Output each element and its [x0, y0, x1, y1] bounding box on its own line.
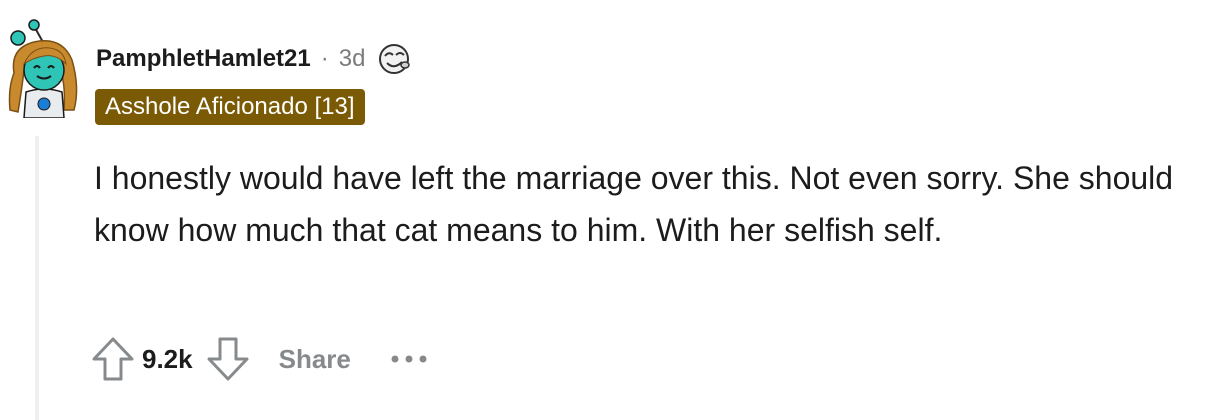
comment-body: I honestly would have left the marriage …: [94, 160, 1174, 248]
share-button[interactable]: Share: [279, 344, 351, 375]
username-link[interactable]: PamphletHamlet21: [96, 45, 311, 73]
thread-line[interactable]: [35, 136, 39, 420]
user-avatar[interactable]: [4, 18, 84, 118]
ellipsis-icon[interactable]: [389, 349, 429, 369]
comment-actions: 9.2k Share: [90, 334, 429, 384]
upvote-arrow-icon[interactable]: [90, 334, 136, 384]
comment-timestamp[interactable]: 3d: [339, 45, 366, 73]
downvote-arrow-icon[interactable]: [205, 334, 251, 384]
vote-score: 9.2k: [142, 343, 193, 374]
separator-dot: ·: [320, 45, 329, 72]
award-icon[interactable]: [375, 40, 413, 78]
comment-header: PamphletHamlet21 · 3d: [96, 40, 413, 78]
user-flair: Asshole Aficionado [13]: [95, 89, 365, 125]
